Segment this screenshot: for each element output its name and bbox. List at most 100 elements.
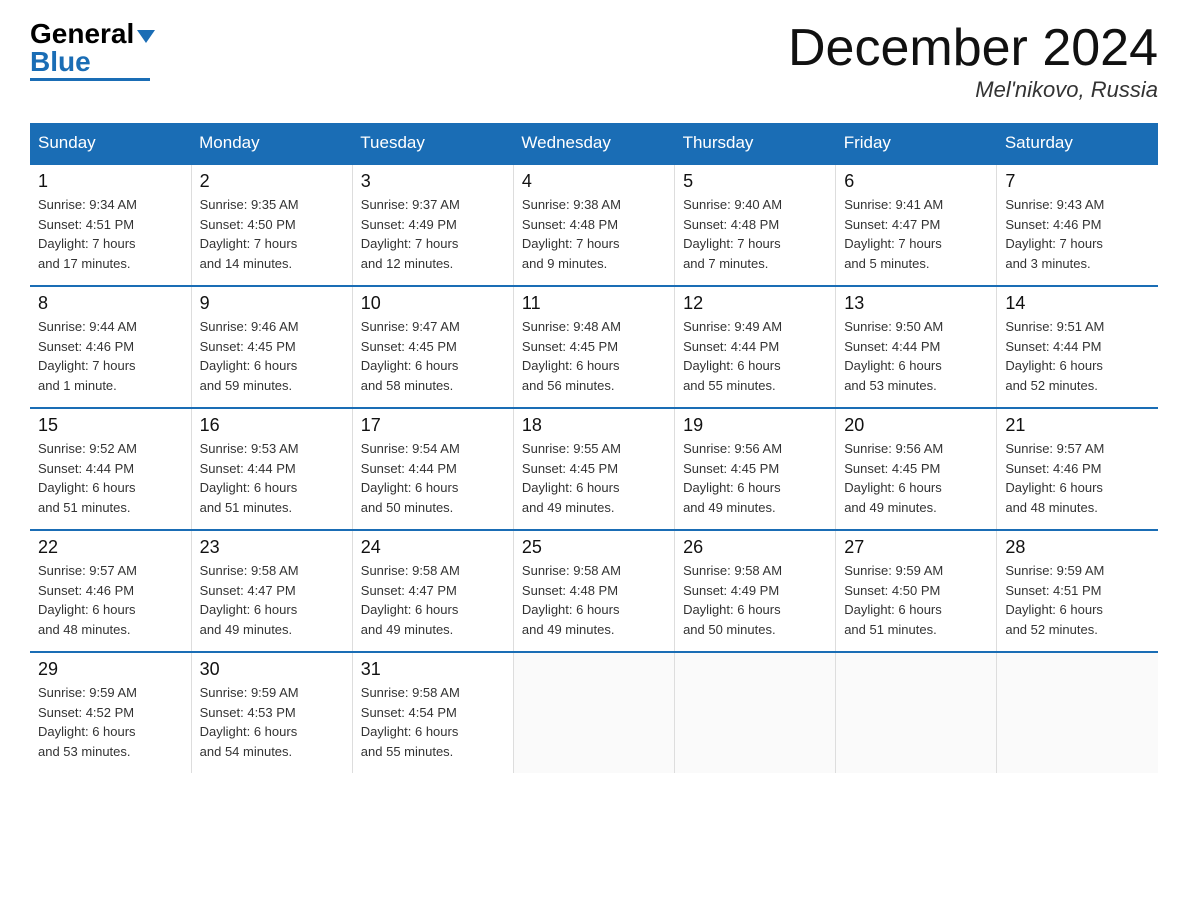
calendar-cell: 14Sunrise: 9:51 AM Sunset: 4:44 PM Dayli… [997,286,1158,408]
day-info: Sunrise: 9:34 AM Sunset: 4:51 PM Dayligh… [38,195,183,273]
day-number: 22 [38,537,183,558]
calendar-cell: 13 Sunrise: 9:50 AM Sunset: 4:44 PM Dayli… [836,286,997,408]
day-number: 24 [361,537,505,558]
day-number: 7 [1005,171,1150,192]
day-info: Sunrise: 9:59 AM Sunset: 4:52 PM Dayligh… [38,683,183,761]
calendar-cell: 28Sunrise: 9:59 AM Sunset: 4:51 PM Dayli… [997,530,1158,652]
day-info: Sunrise: 9:37 AM Sunset: 4:49 PM Dayligh… [361,195,505,273]
day-info: Sunrise: 9:57 AM Sunset: 4:46 PM Dayligh… [38,561,183,639]
page-header: General Blue December 2024 Mel'nikovo, R… [30,20,1158,103]
day-number: 19 [683,415,827,436]
day-number: 17 [361,415,505,436]
day-number: 13 [844,293,988,314]
day-info: Sunrise: 9:50 AM Sunset: 4:44 PM Dayligh… [844,317,988,395]
day-info: Sunrise: 9:53 AM Sunset: 4:44 PM Dayligh… [200,439,344,517]
calendar-cell: 12 Sunrise: 9:49 AM Sunset: 4:44 PM Dayli… [675,286,836,408]
day-number: 11 [522,293,666,314]
day-info: Sunrise: 9:58 AM Sunset: 4:49 PM Dayligh… [683,561,827,639]
day-info: Sunrise: 9:58 AM Sunset: 4:47 PM Dayligh… [361,561,505,639]
day-info: Sunrise: 9:58 AM Sunset: 4:54 PM Dayligh… [361,683,505,761]
day-number: 3 [361,171,505,192]
calendar-cell: 11 Sunrise: 9:48 AM Sunset: 4:45 PM Dayli… [513,286,674,408]
calendar-cell: 31 Sunrise: 9:58 AM Sunset: 4:54 PM Dayli… [352,652,513,773]
weekday-header-friday: Friday [836,123,997,164]
weekday-header-sunday: Sunday [30,123,191,164]
day-number: 12 [683,293,827,314]
calendar-cell: 23 Sunrise: 9:58 AM Sunset: 4:47 PM Dayli… [191,530,352,652]
location-text: Mel'nikovo, Russia [788,77,1158,103]
day-number: 16 [200,415,344,436]
weekday-header-wednesday: Wednesday [513,123,674,164]
day-number: 6 [844,171,988,192]
calendar-cell [997,652,1158,773]
day-number: 10 [361,293,505,314]
calendar-cell: 26 Sunrise: 9:58 AM Sunset: 4:49 PM Dayli… [675,530,836,652]
day-info: Sunrise: 9:38 AM Sunset: 4:48 PM Dayligh… [522,195,666,273]
logo-underline [30,78,150,81]
calendar-cell [675,652,836,773]
day-number: 31 [361,659,505,680]
day-info: Sunrise: 9:51 AM Sunset: 4:44 PM Dayligh… [1005,317,1150,395]
day-info: Sunrise: 9:41 AM Sunset: 4:47 PM Dayligh… [844,195,988,273]
logo-blue-text: Blue [30,48,91,76]
logo: General Blue [30,20,155,81]
calendar-cell: 18Sunrise: 9:55 AM Sunset: 4:45 PM Dayli… [513,408,674,530]
calendar-cell: 1 Sunrise: 9:34 AM Sunset: 4:51 PM Daylig… [30,164,191,286]
day-info: Sunrise: 9:49 AM Sunset: 4:44 PM Dayligh… [683,317,827,395]
calendar-cell: 16 Sunrise: 9:53 AM Sunset: 4:44 PM Dayli… [191,408,352,530]
calendar-cell: 21Sunrise: 9:57 AM Sunset: 4:46 PM Dayli… [997,408,1158,530]
day-info: Sunrise: 9:59 AM Sunset: 4:50 PM Dayligh… [844,561,988,639]
day-number: 23 [200,537,344,558]
day-info: Sunrise: 9:55 AM Sunset: 4:45 PM Dayligh… [522,439,666,517]
day-info: Sunrise: 9:52 AM Sunset: 4:44 PM Dayligh… [38,439,183,517]
calendar-cell: 29 Sunrise: 9:59 AM Sunset: 4:52 PM Dayli… [30,652,191,773]
month-title: December 2024 [788,20,1158,77]
calendar-cell: 30Sunrise: 9:59 AM Sunset: 4:53 PM Dayli… [191,652,352,773]
calendar-cell [513,652,674,773]
calendar-cell: 25 Sunrise: 9:58 AM Sunset: 4:48 PM Dayli… [513,530,674,652]
day-info: Sunrise: 9:46 AM Sunset: 4:45 PM Dayligh… [200,317,344,395]
day-info: Sunrise: 9:47 AM Sunset: 4:45 PM Dayligh… [361,317,505,395]
week-row-4: 22 Sunrise: 9:57 AM Sunset: 4:46 PM Dayli… [30,530,1158,652]
day-number: 29 [38,659,183,680]
day-number: 5 [683,171,827,192]
day-number: 9 [200,293,344,314]
day-info: Sunrise: 9:58 AM Sunset: 4:47 PM Dayligh… [200,561,344,639]
title-block: December 2024 Mel'nikovo, Russia [788,20,1158,103]
week-row-3: 15 Sunrise: 9:52 AM Sunset: 4:44 PM Dayli… [30,408,1158,530]
calendar-cell: 10 Sunrise: 9:47 AM Sunset: 4:45 PM Dayli… [352,286,513,408]
day-number: 20 [844,415,988,436]
day-info: Sunrise: 9:58 AM Sunset: 4:48 PM Dayligh… [522,561,666,639]
calendar-cell: 4Sunrise: 9:38 AM Sunset: 4:48 PM Daylig… [513,164,674,286]
calendar-cell: 3 Sunrise: 9:37 AM Sunset: 4:49 PM Daylig… [352,164,513,286]
weekday-header-thursday: Thursday [675,123,836,164]
calendar-cell: 7 Sunrise: 9:43 AM Sunset: 4:46 PM Daylig… [997,164,1158,286]
day-number: 1 [38,171,183,192]
day-number: 15 [38,415,183,436]
calendar-cell: 24 Sunrise: 9:58 AM Sunset: 4:47 PM Dayli… [352,530,513,652]
day-info: Sunrise: 9:43 AM Sunset: 4:46 PM Dayligh… [1005,195,1150,273]
day-info: Sunrise: 9:48 AM Sunset: 4:45 PM Dayligh… [522,317,666,395]
day-number: 21 [1005,415,1150,436]
day-number: 26 [683,537,827,558]
calendar-cell: 20 Sunrise: 9:56 AM Sunset: 4:45 PM Dayli… [836,408,997,530]
calendar-cell: 27 Sunrise: 9:59 AM Sunset: 4:50 PM Dayli… [836,530,997,652]
day-info: Sunrise: 9:59 AM Sunset: 4:51 PM Dayligh… [1005,561,1150,639]
week-row-2: 8Sunrise: 9:44 AM Sunset: 4:46 PM Daylig… [30,286,1158,408]
day-info: Sunrise: 9:35 AM Sunset: 4:50 PM Dayligh… [200,195,344,273]
day-info: Sunrise: 9:56 AM Sunset: 4:45 PM Dayligh… [844,439,988,517]
day-number: 25 [522,537,666,558]
day-info: Sunrise: 9:56 AM Sunset: 4:45 PM Dayligh… [683,439,827,517]
weekday-header-row: SundayMondayTuesdayWednesdayThursdayFrid… [30,123,1158,164]
calendar-cell: 6 Sunrise: 9:41 AM Sunset: 4:47 PM Daylig… [836,164,997,286]
day-number: 2 [200,171,344,192]
calendar-cell: 17Sunrise: 9:54 AM Sunset: 4:44 PM Dayli… [352,408,513,530]
week-row-5: 29 Sunrise: 9:59 AM Sunset: 4:52 PM Dayli… [30,652,1158,773]
calendar-cell: 9 Sunrise: 9:46 AM Sunset: 4:45 PM Daylig… [191,286,352,408]
day-info: Sunrise: 9:59 AM Sunset: 4:53 PM Dayligh… [200,683,344,761]
logo-triangle-icon [137,30,155,43]
logo-general-text: General [30,20,134,48]
day-number: 27 [844,537,988,558]
calendar-cell: 5 Sunrise: 9:40 AM Sunset: 4:48 PM Daylig… [675,164,836,286]
day-info: Sunrise: 9:40 AM Sunset: 4:48 PM Dayligh… [683,195,827,273]
